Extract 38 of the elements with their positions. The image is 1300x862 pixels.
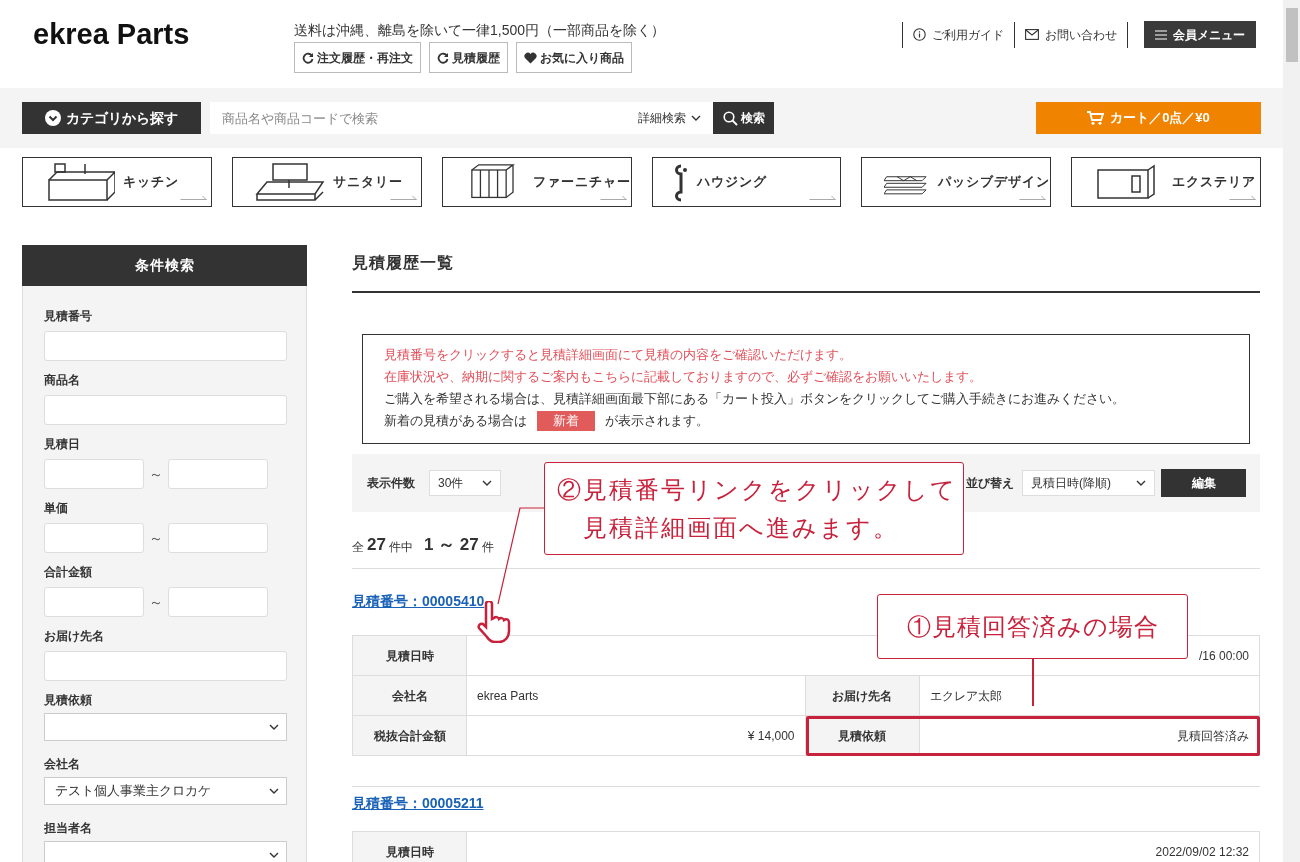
table-header-cell: 見積日時 [353, 636, 467, 676]
field-label: 見積依頼 [44, 692, 93, 709]
page-title: 見積履歴一覧 [352, 253, 455, 273]
table-cell: ekrea Parts [467, 676, 806, 716]
range-separator: ～ [149, 592, 163, 612]
count-text: 件中 [388, 539, 413, 556]
sort-label: 並び替え [966, 475, 1014, 492]
notice-text: ご購入を希望される場合は、見積詳細画面最下部にある「カート投入」ボタンをクリックしてご購入手続きにお進みください。 [384, 390, 1126, 408]
callout-text: 見積詳細画面へ進みます。 [583, 513, 900, 543]
field-label: お届け先名 [44, 628, 105, 645]
table-cell: ¥ 14,000 [467, 716, 806, 756]
field-label: 会社名 [44, 756, 81, 773]
range-separator: ～ [149, 528, 163, 548]
table-header-cell: 見積日時 [353, 832, 467, 862]
field-label: 見積番号 [44, 308, 93, 325]
table-header-cell: 税抜合計金額 [353, 716, 467, 756]
count-text: 全 [352, 539, 364, 556]
table-cell: 2022/09/02 12:32 [467, 832, 1260, 862]
shipping-notice: 送料は沖縄、離島を除いて一律1,500円（一部商品を除く） [294, 21, 667, 40]
range-separator: ～ [149, 464, 163, 484]
notice-text: 新着の見積がある場合は [384, 412, 527, 431]
notice-text: 見積番号をクリックすると見積詳細画面にて見積の内容をご確認いただけます。 [384, 346, 853, 364]
count-text: 27 [367, 534, 386, 556]
field-label: 見積日 [44, 436, 81, 453]
count-text: 1 ～ 27 [423, 534, 479, 556]
table-header-cell: お届け先名 [805, 676, 920, 716]
notice-text: が表示されます。 [605, 412, 709, 431]
new-badge: 新着 [537, 411, 595, 431]
callout-text: ②見積番号リンクをクリックして [557, 475, 958, 505]
field-label: 担当者名 [44, 820, 93, 837]
field-label: 単価 [44, 500, 69, 517]
per-page-label: 表示件数 [367, 475, 415, 492]
table-header-cell: 会社名 [353, 676, 467, 716]
notice-text: 在庫状況や、納期に関するご案内もこちらに記載しておりますので、必ずご確認をお願いいたします。 [384, 368, 983, 386]
field-label: 合計金額 [44, 564, 93, 581]
sidebar-title: 条件検索 [22, 245, 307, 286]
count-text: 件 [481, 539, 494, 556]
field-label: 商品名 [44, 372, 81, 389]
